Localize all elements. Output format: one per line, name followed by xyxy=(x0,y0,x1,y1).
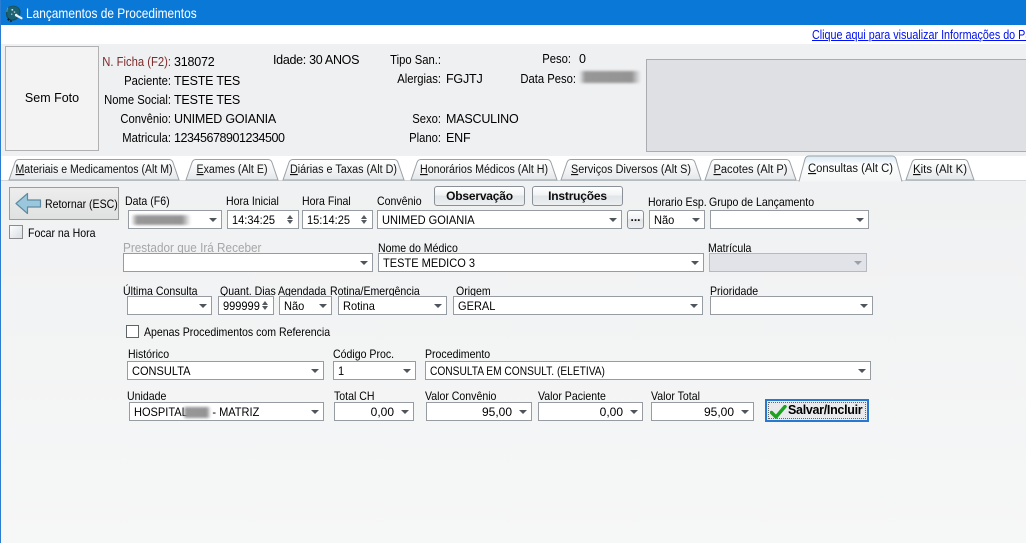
svg-text:Consultas (Alt C): Consultas (Alt C) xyxy=(808,163,893,175)
svg-text:Materiais e Medicamentos (Alt: Materiais e Medicamentos (Alt M) xyxy=(16,164,173,176)
svg-text:Kits (Alt K): Kits (Alt K) xyxy=(913,164,967,176)
svg-text:Pacotes (Alt P): Pacotes (Alt P) xyxy=(714,164,788,176)
svg-text:Exames (Alt E): Exames (Alt E) xyxy=(197,164,268,176)
svg-text:Serviços Diversos (Alt S): Serviços Diversos (Alt S) xyxy=(571,164,691,176)
svg-text:Diárias e Taxas (Alt D): Diárias e Taxas (Alt D) xyxy=(290,164,397,176)
svg-text:Honorários Médicos (Alt H): Honorários Médicos (Alt H) xyxy=(420,164,548,176)
